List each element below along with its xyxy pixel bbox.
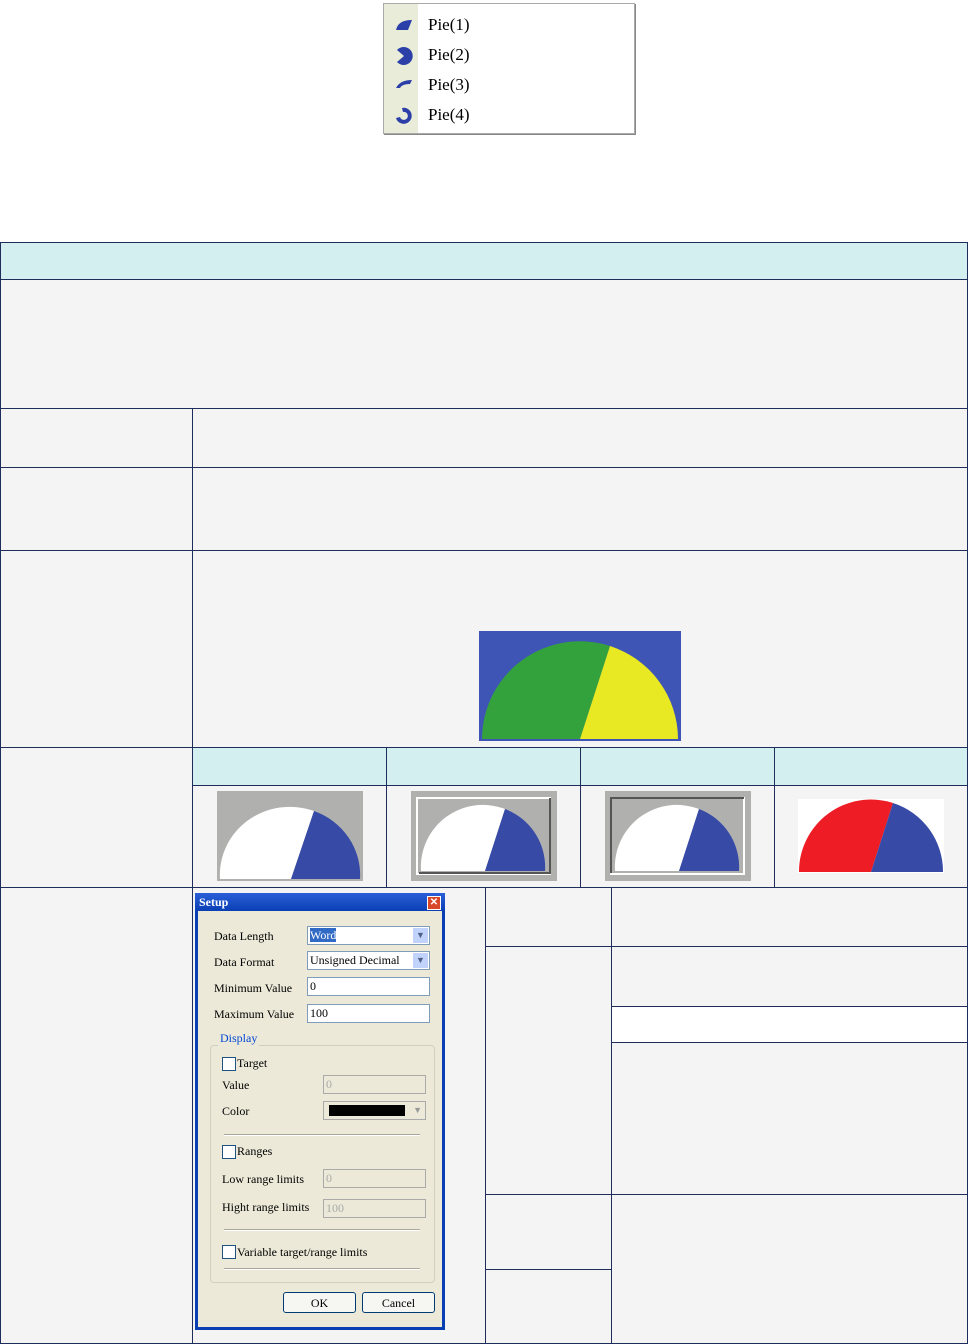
row-content bbox=[192, 467, 968, 551]
description-row bbox=[0, 279, 968, 409]
target-label: Target bbox=[237, 1056, 268, 1070]
menu-item-pie-1[interactable]: Pie(1) bbox=[384, 10, 634, 40]
variable-limits-label: Variable target/range limits bbox=[237, 1245, 368, 1259]
param-desc bbox=[611, 1042, 968, 1195]
gauge-style-2 bbox=[411, 791, 557, 881]
row-content bbox=[192, 408, 968, 468]
param-desc bbox=[611, 1194, 968, 1344]
pie-2-icon bbox=[397, 47, 413, 65]
dialog-title-bar: Setup ✕ bbox=[195, 893, 445, 911]
min-value-input[interactable]: 0 bbox=[307, 977, 430, 996]
param-desc bbox=[611, 887, 968, 947]
color-picker[interactable]: ▼ bbox=[323, 1101, 426, 1120]
menu-item-pie-2[interactable]: Pie(2) bbox=[384, 40, 634, 70]
row-label bbox=[0, 408, 193, 468]
main-gauge-preview bbox=[479, 631, 681, 741]
style-cell-4 bbox=[774, 785, 968, 888]
param-name bbox=[485, 1194, 612, 1270]
max-value-input[interactable]: 100 bbox=[307, 1004, 430, 1023]
divider bbox=[224, 1268, 420, 1270]
style-header-1 bbox=[192, 747, 387, 786]
variable-limits-checkbox[interactable] bbox=[222, 1245, 236, 1259]
param-desc bbox=[611, 946, 968, 1007]
pie-1-icon bbox=[396, 20, 412, 30]
ranges-label: Ranges bbox=[237, 1144, 273, 1158]
row-label bbox=[0, 887, 193, 1344]
target-value-input[interactable]: 0 bbox=[323, 1075, 426, 1094]
param-name bbox=[485, 1269, 612, 1344]
param-desc bbox=[611, 1006, 968, 1043]
style-cell-1 bbox=[192, 785, 387, 888]
style-cell-2 bbox=[386, 785, 581, 888]
gauge-style-3 bbox=[605, 791, 751, 881]
preview-cell bbox=[192, 550, 968, 748]
style-header-4 bbox=[774, 747, 968, 786]
divider bbox=[224, 1229, 420, 1231]
pie-type-menu: Pie(1) Pie(2) Pie(3) Pie(4) bbox=[383, 3, 635, 134]
data-format-select[interactable]: Unsigned Decimal ▼ bbox=[307, 951, 430, 970]
color-swatch bbox=[329, 1105, 405, 1116]
param-name bbox=[485, 887, 612, 947]
display-group-label: Display bbox=[218, 1031, 260, 1046]
row-label bbox=[0, 550, 193, 748]
table-header bbox=[0, 242, 968, 280]
row-label bbox=[0, 747, 193, 888]
low-range-label: Low range limits bbox=[222, 1172, 304, 1186]
ok-button[interactable]: OK bbox=[283, 1292, 356, 1313]
color-label: Color bbox=[222, 1104, 250, 1118]
param-name bbox=[485, 946, 612, 1195]
chevron-down-icon: ▼ bbox=[413, 953, 428, 968]
pie-4-icon bbox=[396, 107, 412, 124]
data-length-select[interactable]: Word ▼ bbox=[307, 926, 430, 945]
menu-item-pie-3[interactable]: Pie(3) bbox=[384, 70, 634, 100]
gauge-style-4 bbox=[798, 799, 944, 873]
close-icon[interactable]: ✕ bbox=[427, 896, 441, 910]
data-length-label: Data Length bbox=[214, 929, 274, 943]
style-cell-3 bbox=[580, 785, 775, 888]
gauge-style-1 bbox=[217, 791, 363, 881]
style-header-2 bbox=[386, 747, 581, 786]
high-range-input[interactable]: 100 bbox=[323, 1199, 426, 1218]
style-header-3 bbox=[580, 747, 775, 786]
ranges-checkbox[interactable] bbox=[222, 1145, 236, 1159]
max-value-label: Maximum Value bbox=[214, 1007, 295, 1021]
row-label bbox=[0, 467, 193, 551]
menu-item-pie-4[interactable]: Pie(4) bbox=[384, 100, 634, 130]
divider bbox=[224, 1134, 420, 1136]
chevron-down-icon: ▼ bbox=[413, 928, 428, 943]
min-value-label: Minimum Value bbox=[214, 981, 293, 995]
high-range-label: Hight range limits bbox=[222, 1200, 310, 1214]
low-range-input[interactable]: 0 bbox=[323, 1169, 426, 1188]
chevron-down-icon: ▼ bbox=[413, 1105, 422, 1115]
value-label: Value bbox=[222, 1078, 250, 1092]
setup-dialog: Setup ✕ Data Length Word ▼ Data Format Uns… bbox=[195, 893, 445, 1330]
target-checkbox[interactable] bbox=[222, 1057, 236, 1071]
pie-3-icon bbox=[396, 80, 412, 88]
data-format-label: Data Format bbox=[214, 955, 275, 969]
cancel-button[interactable]: Cancel bbox=[362, 1292, 435, 1313]
